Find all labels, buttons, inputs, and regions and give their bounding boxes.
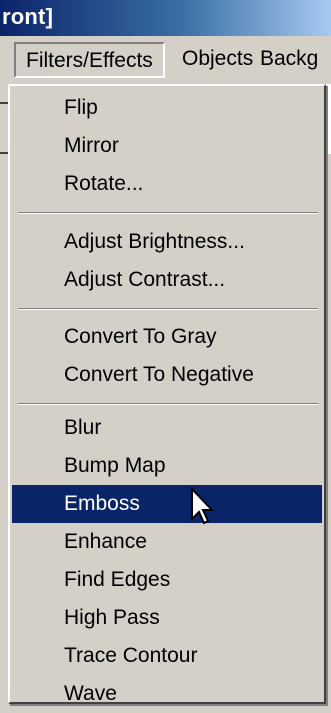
- menu-item-trace-contour[interactable]: Trace Contour: [12, 637, 322, 675]
- menu-item-adjust-contrast[interactable]: Adjust Contrast...: [12, 261, 322, 299]
- menu-separator: [18, 403, 318, 405]
- menu-item-rotate[interactable]: Rotate...: [12, 165, 322, 203]
- menu-item-high-pass[interactable]: High Pass: [12, 599, 322, 637]
- window-title: ront]: [2, 4, 54, 29]
- menu-item-bump-map[interactable]: Bump Map: [12, 447, 322, 485]
- menu-separator: [18, 308, 318, 310]
- menu-item-emboss[interactable]: Emboss: [12, 485, 322, 523]
- menu-filters-effects[interactable]: Filters/Effects: [14, 42, 165, 78]
- filters-effects-dropdown: Flip Mirror Rotate... Adjust Brightness.…: [8, 84, 326, 705]
- menu-item-adjust-brightness[interactable]: Adjust Brightness...: [12, 223, 322, 261]
- mouse-pointer-icon: [191, 487, 215, 525]
- menu-item-convert-to-negative[interactable]: Convert To Negative: [12, 356, 322, 394]
- menu-item-mirror[interactable]: Mirror: [12, 127, 322, 165]
- menu-separator: [18, 212, 318, 214]
- menu-item-wave[interactable]: Wave: [12, 675, 322, 713]
- menu-item-convert-to-gray[interactable]: Convert To Gray: [12, 318, 322, 356]
- menu-item-find-edges[interactable]: Find Edges: [12, 561, 322, 599]
- menu-background[interactable]: Backg: [250, 42, 328, 78]
- menu-bar: Filters/Effects Objects Backg: [0, 36, 331, 85]
- menu-item-flip[interactable]: Flip: [12, 89, 322, 127]
- title-bar: ront]: [0, 0, 331, 36]
- menu-item-blur[interactable]: Blur: [12, 409, 322, 447]
- menu-item-enhance[interactable]: Enhance: [12, 523, 322, 561]
